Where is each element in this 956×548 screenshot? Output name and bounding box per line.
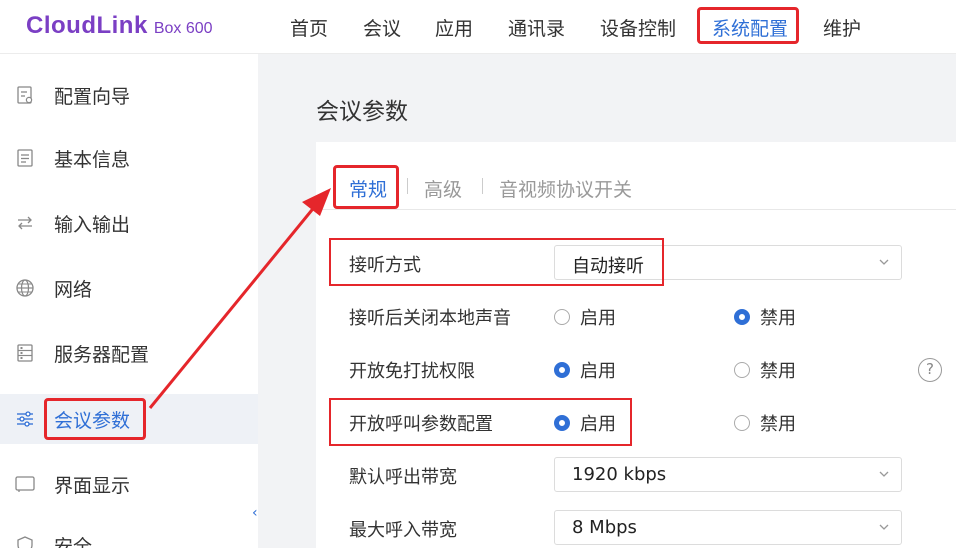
default-outgoing-bw-select[interactable]: 1920 kbps: [554, 457, 902, 492]
mute-local-label: 接听后关闭本地声音: [349, 308, 511, 329]
page-title: 会议参数: [316, 99, 408, 125]
max-incoming-bw-select[interactable]: 8 Mbps: [554, 510, 902, 545]
top-header: CloudLink Box 600 首页 会议 应用 通讯录 设备控制 系统配置…: [0, 0, 956, 54]
max-incoming-bw-value: 8 Mbps: [572, 517, 637, 538]
radio-checked-icon: [554, 362, 570, 378]
sidebar-item-label: 服务器配置: [54, 343, 150, 366]
radio-unchecked-icon: [734, 415, 750, 431]
sidebar-item-security[interactable]: 安全: [0, 520, 258, 548]
globe-icon: [14, 277, 36, 299]
chevron-down-icon: [879, 524, 889, 530]
radio-label: 启用: [580, 361, 616, 382]
nav-meeting[interactable]: 会议: [363, 14, 401, 41]
radio-label: 禁用: [760, 308, 796, 329]
sidebar-item-label: 输入输出: [54, 213, 131, 236]
nav-device-control[interactable]: 设备控制: [600, 14, 676, 41]
radio-label: 禁用: [760, 414, 796, 435]
highlight-box-nav: [697, 7, 799, 44]
radio-label: 启用: [580, 308, 616, 329]
sidebar-item-label: 网络: [54, 278, 93, 301]
document-icon: [14, 147, 36, 169]
swap-icon: [14, 212, 36, 234]
screen-icon: [14, 473, 36, 495]
sliders-icon: [14, 408, 36, 430]
sidebar-item-network[interactable]: 网络: [0, 263, 258, 313]
sidebar-item-label: 配置向导: [54, 85, 131, 108]
default-outgoing-bw-value: 1920 kbps: [572, 464, 667, 485]
dnd-enable-radio[interactable]: 启用: [554, 357, 616, 383]
highlight-box-call-param: [329, 398, 632, 446]
tab-advanced[interactable]: 高级: [424, 175, 462, 202]
server-icon: [14, 342, 36, 364]
radio-checked-icon: [734, 309, 750, 325]
sidebar-item-label: 安全: [54, 535, 93, 548]
mute-local-disable-radio[interactable]: 禁用: [734, 304, 796, 330]
dnd-disable-radio[interactable]: 禁用: [734, 357, 796, 383]
chevron-down-icon: [879, 259, 889, 265]
wizard-icon: [14, 84, 36, 106]
mute-local-enable-radio[interactable]: 启用: [554, 304, 616, 330]
sidebar-item-io[interactable]: 输入输出: [0, 198, 258, 248]
tab-separator: [482, 178, 483, 194]
chevron-down-icon: [879, 471, 889, 477]
sidebar-item-server-config[interactable]: 服务器配置: [0, 328, 258, 378]
logo-model-text: Box 600: [153, 20, 213, 37]
call-param-disable-radio[interactable]: 禁用: [734, 410, 796, 436]
sidebar-item-config-wizard[interactable]: 配置向导: [0, 70, 258, 120]
sidebar-item-basic-info[interactable]: 基本信息: [0, 133, 258, 183]
highlight-box-tab: [333, 165, 399, 209]
tab-av-protocol-switch[interactable]: 音视频协议开关: [499, 175, 632, 202]
max-incoming-bw-label: 最大呼入带宽: [349, 520, 457, 541]
nav-home[interactable]: 首页: [290, 14, 328, 41]
tab-separator: [407, 178, 408, 194]
radio-unchecked-icon: [554, 309, 570, 325]
radio-label: 禁用: [760, 361, 796, 382]
help-icon[interactable]: ?: [918, 358, 942, 382]
nav-apps[interactable]: 应用: [435, 14, 473, 41]
default-outgoing-bw-label: 默认呼出带宽: [349, 467, 457, 488]
sidebar-item-display[interactable]: 界面显示: [0, 459, 258, 509]
tabs-divider: [316, 209, 956, 210]
shield-icon: [14, 534, 36, 548]
brand-logo[interactable]: CloudLink Box 600: [26, 12, 213, 40]
nav-contacts[interactable]: 通讯录: [508, 14, 565, 41]
logo-main-text: CloudLink: [26, 12, 148, 39]
highlight-box-sidebar: [44, 398, 146, 440]
sidebar-collapse-handle[interactable]: ‹: [252, 505, 258, 521]
sidebar-item-label: 界面显示: [54, 474, 131, 497]
radio-unchecked-icon: [734, 362, 750, 378]
nav-maintenance[interactable]: 维护: [823, 14, 861, 41]
sidebar-item-label: 基本信息: [54, 148, 131, 171]
dnd-permission-label: 开放免打扰权限: [349, 361, 475, 382]
highlight-box-answer-mode: [329, 238, 664, 286]
